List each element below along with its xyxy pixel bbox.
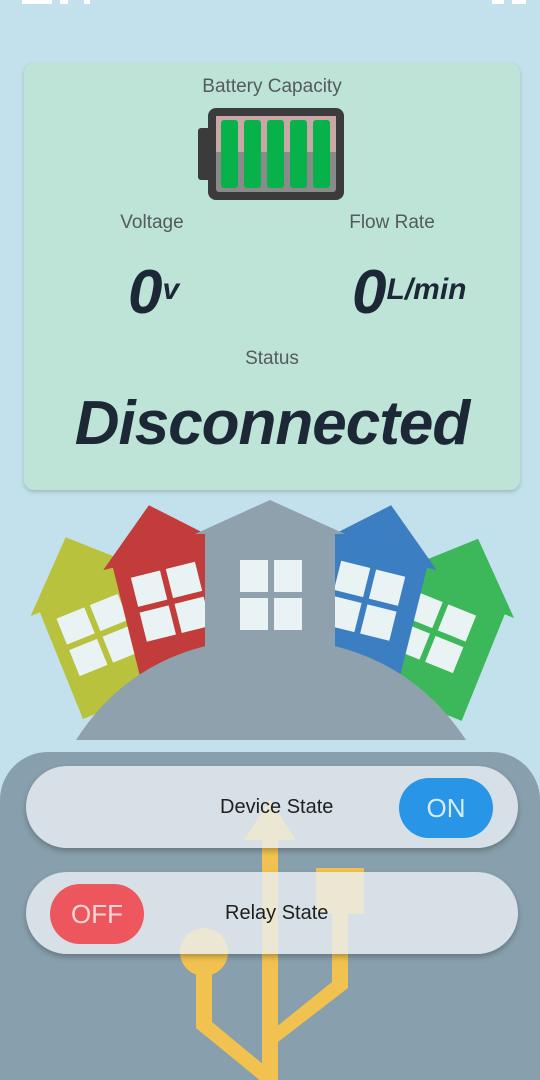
- flow-rate-readout: 0L/min: [352, 255, 512, 327]
- voltage-value: 0: [128, 258, 163, 327]
- battery-capacity-label: Battery Capacity: [202, 76, 342, 97]
- voltage-readout: 0v: [128, 255, 248, 327]
- device-state-label: Device State: [220, 796, 334, 818]
- device-state-toggle[interactable]: ON: [399, 778, 493, 838]
- voltage-unit: v: [162, 273, 180, 306]
- status-card: Battery Capacity Voltage Flow Rate 0v 0L…: [24, 63, 520, 490]
- control-panel: Device State ON OFF Relay State: [0, 752, 540, 1080]
- relay-state-label: Relay State: [225, 902, 329, 924]
- status-bar-signal-icon: [492, 0, 526, 4]
- status-bar: [0, 0, 540, 10]
- flow-rate-value: 0: [352, 258, 387, 327]
- status-label: Status: [245, 348, 299, 369]
- connection-status-value: Disconnected: [74, 389, 471, 458]
- device-state-row: Device State ON: [26, 766, 518, 848]
- voltage-label: Voltage: [120, 212, 184, 233]
- app-screen: Battery Capacity Voltage Flow Rate 0v 0L…: [0, 0, 540, 1080]
- relay-state-toggle[interactable]: OFF: [50, 884, 144, 944]
- battery-full-icon: [198, 108, 344, 200]
- relay-state-row: OFF Relay State: [26, 872, 518, 954]
- houses-on-hill-illustration: [30, 500, 514, 740]
- flow-rate-unit: L/min: [386, 273, 467, 306]
- flow-rate-label: Flow Rate: [349, 212, 435, 233]
- status-bar-time-icon: [22, 0, 90, 4]
